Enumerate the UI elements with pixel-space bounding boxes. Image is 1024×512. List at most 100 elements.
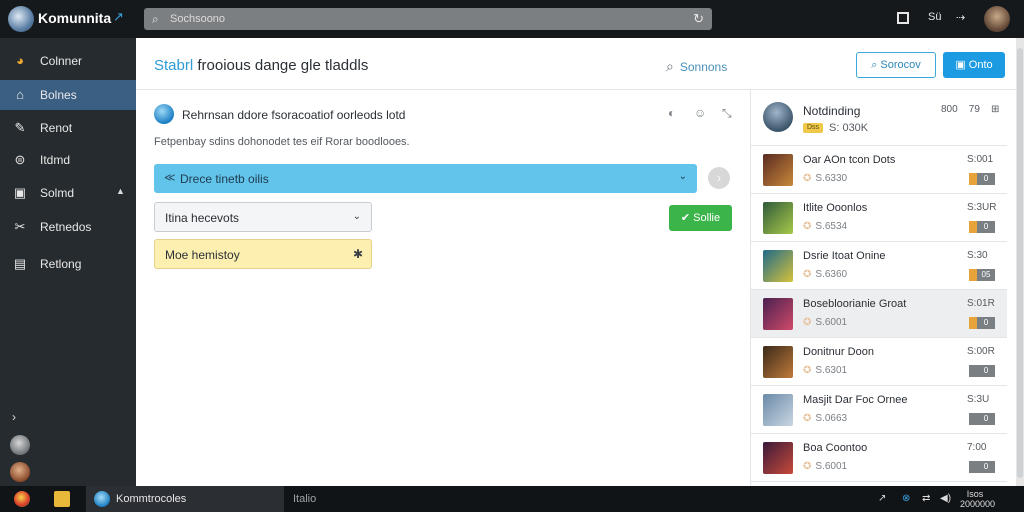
- taskbar-active-app[interactable]: Kommtrocoles: [86, 486, 284, 512]
- list-item[interactable]: Donitnur Doon ✪ S.6301 S:00R 0: [751, 338, 1007, 386]
- list-item-tag[interactable]: 0: [969, 221, 995, 233]
- wrench-icon: ✎: [14, 120, 26, 135]
- theme-icon[interactable]: ◐: [668, 106, 675, 120]
- header-search[interactable]: ⌕ Sonnons: [666, 58, 727, 75]
- emoji-icon[interactable]: ☺: [694, 106, 706, 120]
- post-globe-icon: [154, 104, 174, 124]
- chevron-up-icon[interactable]: ▲: [116, 186, 125, 196]
- list-item-meta: ✪ S.6001: [803, 461, 847, 472]
- sidebar-item-retnedos[interactable]: ✂ Retnedos: [0, 212, 136, 242]
- list-item-tag[interactable]: 0: [969, 413, 995, 425]
- overflow-icon[interactable]: ⇢: [956, 11, 965, 24]
- sidebar-item-solmd[interactable]: ▣ Solmd ▲: [0, 178, 136, 208]
- collapse-icon: ≪: [164, 172, 176, 184]
- list-item[interactable]: Dsrie Itoat Onine ✪ S.6360 S:30 05: [751, 242, 1007, 290]
- list-item-value: S:3U: [967, 394, 990, 405]
- taskbar-clock[interactable]: Isos 2000000: [960, 489, 995, 509]
- browser-icon[interactable]: [14, 491, 30, 507]
- list-item-title: Itlite Ooonlos: [803, 202, 868, 214]
- list-item-meta-value: S.6301: [815, 365, 848, 376]
- sidebar-item-itdmd[interactable]: ⊜ Itdmd: [0, 145, 136, 175]
- list-item-meta: ✪ S.0663: [803, 413, 847, 424]
- primary-action-button[interactable]: ▣ Onto: [943, 52, 1005, 78]
- refresh-icon[interactable]: ↻: [693, 11, 704, 27]
- folder-icon[interactable]: [54, 491, 70, 507]
- coin-icon: ✪: [803, 269, 812, 280]
- home-icon: ⌂: [16, 87, 24, 102]
- avatar[interactable]: [763, 102, 793, 132]
- window-icon[interactable]: [897, 12, 909, 24]
- note-field[interactable]: Moe hemistoy ✱: [154, 239, 372, 269]
- main-area: Stabrl frooious dange gle tladdls ⌕ Sonno…: [136, 38, 1016, 486]
- list-item-value: S:00R: [967, 346, 995, 357]
- sidebar-item-colnner[interactable]: ◕ Colnner: [0, 46, 136, 76]
- list-item[interactable]: Boa Coontoo ✪ S.6001 7:00 0: [751, 434, 1007, 482]
- list-item-tag[interactable]: 0: [969, 173, 995, 185]
- coin-icon: ✪: [803, 461, 812, 472]
- clock-time: Isos: [966, 489, 984, 499]
- panel-actions[interactable]: 800 79 ⊞: [941, 104, 999, 115]
- top-search-bar[interactable]: ⌕ Sochsoono ↻: [144, 8, 712, 30]
- right-panel: Notdinding Dss S: 030K 800 79 ⊞ Oar AOn …: [750, 90, 1007, 486]
- expand-icon[interactable]: ⤡: [722, 106, 732, 121]
- list-item-value: 7:00: [967, 442, 987, 453]
- tag-color: [969, 365, 977, 377]
- list-item-title: Masjit Dar Foc Ornee: [803, 394, 908, 406]
- panel-user-name: Notdinding: [803, 104, 861, 118]
- expand-arrow-icon[interactable]: ›: [12, 410, 16, 424]
- coin-icon: ✪: [803, 413, 812, 424]
- list-item[interactable]: Masjit Dar Foc Ornee ✪ S.0663 S:3U 0: [751, 386, 1007, 434]
- tag-value: 0: [977, 221, 995, 233]
- sidebar-item-label: Itdmd: [40, 153, 71, 167]
- star-icon[interactable]: ✱: [353, 247, 363, 261]
- user-icon[interactable]: Sü: [928, 11, 941, 23]
- sidebar-item-bolnes[interactable]: ⌂ Bolnes: [0, 80, 136, 110]
- tag-color: [969, 317, 977, 329]
- list-icon: ▤: [13, 256, 27, 271]
- avatar[interactable]: [984, 6, 1010, 32]
- game-thumbnail: [763, 346, 793, 378]
- list-item-meta-value: S.0663: [815, 413, 848, 424]
- tag-color: [969, 173, 977, 185]
- scrollbar[interactable]: [1016, 38, 1024, 486]
- app-logo[interactable]: [8, 6, 34, 32]
- settings-icon[interactable]: [10, 435, 30, 455]
- tag-color: [969, 413, 977, 425]
- next-button[interactable]: ›: [708, 167, 730, 189]
- tray-sync-icon[interactable]: ⇄: [922, 493, 930, 504]
- list-item[interactable]: Itlite Ooonlos ✪ S.6534 S:3UR 0: [751, 194, 1007, 242]
- list-item[interactable]: Bosebloorianie Groat ✪ S.6001 S:01R 0: [751, 290, 1007, 338]
- tray-volume-icon[interactable]: ◀): [940, 493, 951, 504]
- chevron-down-icon: ⌄: [678, 171, 687, 182]
- profile-icon[interactable]: [10, 462, 30, 482]
- list-item-tag[interactable]: 0: [969, 317, 995, 329]
- tag-color: [969, 461, 977, 473]
- sidebar-item-renot[interactable]: ✎ Renot: [0, 113, 136, 143]
- list-item-meta-value: S.6534: [815, 221, 848, 232]
- top-bar: Komunnita ↗ ⌕ Sochsoono ↻ Sü ⇢: [0, 0, 1024, 38]
- list-item-tag[interactable]: 0: [969, 365, 995, 377]
- note-value: Moe hemistoy: [165, 248, 240, 262]
- info-dropdown[interactable]: ≪ Drece tinetb oilis ⌄: [154, 164, 697, 193]
- chevron-down-icon: ⌄: [352, 211, 361, 222]
- list-item-tag[interactable]: 05: [969, 269, 995, 281]
- header-search-label: Sonnons: [679, 60, 728, 74]
- taskbar-active-label: Kommtrocoles: [116, 493, 187, 505]
- tray-network-icon[interactable]: ⊗: [902, 493, 910, 504]
- search-button[interactable]: ⌕ Sorocov: [856, 52, 936, 78]
- top-search-placeholder: Sochsoono: [170, 13, 226, 25]
- info-dropdown-label: Drece tinetb oilis: [180, 172, 269, 186]
- scrollbar-thumb[interactable]: [1017, 48, 1023, 478]
- sidebar-item-retlong[interactable]: ▤ Retlong: [0, 249, 136, 279]
- list-item[interactable]: Oar AOn tcon Dots ✪ S.6330 S:001 0: [751, 146, 1007, 194]
- confirm-button[interactable]: ✔ Sollie: [669, 205, 732, 231]
- search-button-label: Sorocov: [880, 59, 921, 71]
- filter-select[interactable]: Itina hecevots ⌄: [154, 202, 372, 232]
- globe-icon: ◕: [16, 53, 24, 68]
- list-item-meta-value: S.6330: [815, 173, 848, 184]
- taskbar-extra-label[interactable]: Italio: [293, 493, 316, 505]
- tray-arrow-icon[interactable]: ↗: [878, 493, 886, 504]
- list-item-title: Dsrie Itoat Onine: [803, 250, 886, 262]
- list-item-tag[interactable]: 0: [969, 461, 995, 473]
- tools-icon: ✂: [14, 219, 26, 234]
